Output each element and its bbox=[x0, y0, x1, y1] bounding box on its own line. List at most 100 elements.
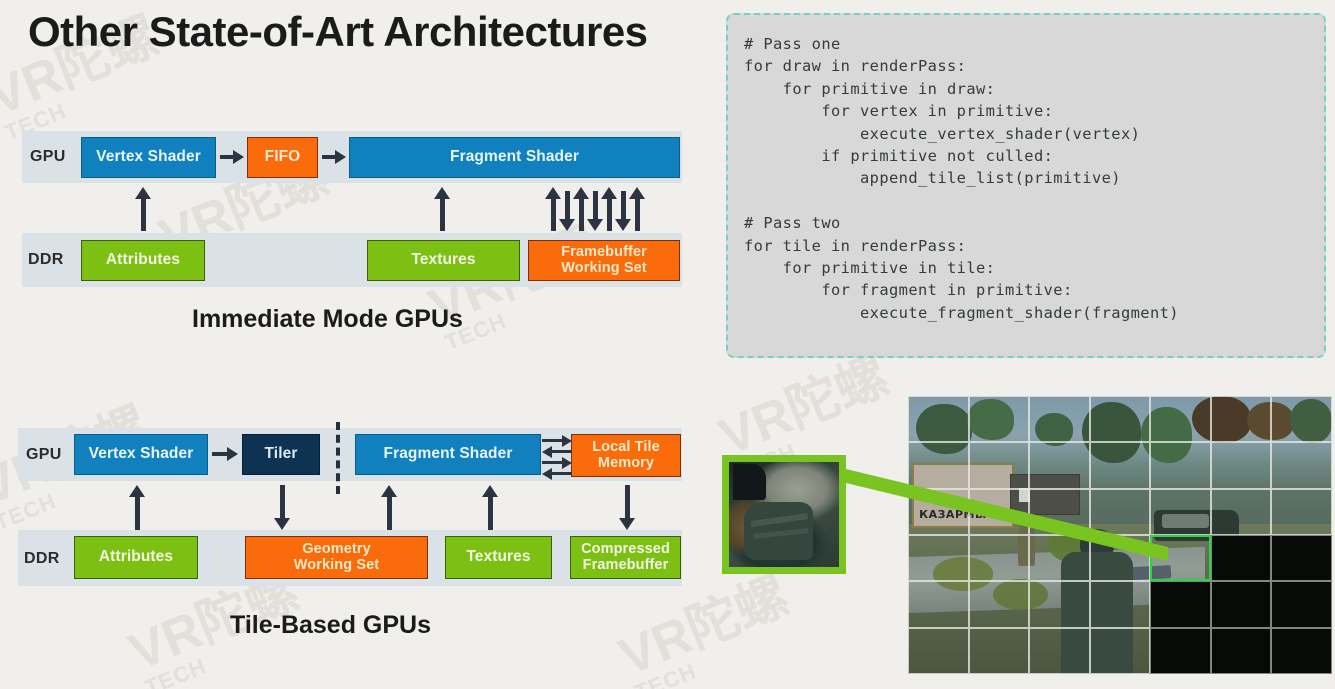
diagram-tile-based: GPU DDR Vertex Shader Tiler Fragment Sha… bbox=[18, 422, 682, 588]
diagram-immediate-mode: GPU DDR Vertex Shader FIFO Fragment Shad… bbox=[22, 131, 682, 291]
node-fragment-shader: Fragment Shader bbox=[355, 434, 541, 475]
node-line-1: Local Tile bbox=[592, 438, 660, 455]
tile-r6-c4 bbox=[1089, 627, 1151, 674]
tile-r4-c6 bbox=[1210, 534, 1272, 582]
tile-r3-c6 bbox=[1210, 488, 1272, 535]
node-attributes: Attributes bbox=[74, 536, 198, 579]
arrow-attributes-to-vertex bbox=[128, 485, 146, 530]
tile-r6-c6 bbox=[1210, 627, 1272, 674]
arrow-framebuffer-up bbox=[545, 187, 561, 231]
tile-r5-c7 bbox=[1271, 581, 1332, 628]
arrow-framebuffer-down bbox=[559, 191, 575, 231]
pipeline-divider bbox=[336, 422, 340, 494]
node-line-2: Working Set bbox=[293, 556, 380, 573]
arrow-framebuffer-down bbox=[615, 191, 631, 231]
tile-r2-c3 bbox=[1029, 442, 1090, 489]
tile-r4-c7 bbox=[1271, 534, 1332, 582]
tile-r1-c4 bbox=[1089, 396, 1151, 443]
tile-r6-c7 bbox=[1271, 627, 1332, 674]
caption-tile-based: Tile-Based GPUs bbox=[230, 611, 432, 639]
node-line-2: Framebuffer bbox=[582, 556, 669, 573]
arrow-fragment-to-tile-memory bbox=[542, 434, 572, 447]
tile-r3-c3 bbox=[1029, 488, 1090, 535]
node-local-tile-memory: Local Tile Memory bbox=[571, 434, 681, 477]
node-line-1: Compressed bbox=[581, 540, 670, 557]
tile-r6-c5 bbox=[1150, 627, 1211, 674]
node-line-2: Memory bbox=[597, 454, 655, 471]
tile-grid-overlay bbox=[908, 396, 1332, 674]
tile-r1-c6 bbox=[1210, 396, 1272, 443]
node-compressed-framebuffer: Compressed Framebuffer bbox=[570, 536, 681, 579]
arrow-tile-memory-to-fragment bbox=[542, 445, 572, 458]
tile-r5-c1 bbox=[908, 581, 969, 628]
tile-r4-c5 bbox=[1150, 534, 1211, 582]
callout-dark-shape bbox=[733, 464, 767, 500]
tile-r6-c3 bbox=[1029, 627, 1090, 674]
arrow-tile-memory-to-framebuffer bbox=[618, 485, 636, 530]
tile-callout-image bbox=[729, 462, 839, 567]
arrow-framebuffer-up bbox=[629, 187, 645, 231]
arrow-attributes-to-vertex bbox=[134, 187, 152, 231]
tile-r4-c4 bbox=[1089, 534, 1151, 582]
tile-r3-c5 bbox=[1150, 488, 1211, 535]
node-textures: Textures bbox=[445, 536, 552, 579]
node-vertex-shader: Vertex Shader bbox=[81, 137, 216, 178]
arrow-framebuffer-down bbox=[587, 191, 603, 231]
row-label-ddr: DDR bbox=[28, 251, 64, 268]
arrow-tile-memory-to-fragment bbox=[542, 467, 572, 480]
watermark-primary: VR陀螺 bbox=[711, 346, 897, 467]
node-tiler: Tiler bbox=[242, 434, 320, 475]
arrow-fragment-to-tile-memory bbox=[542, 456, 572, 469]
row-label-gpu: GPU bbox=[30, 148, 66, 165]
tile-r4-c3 bbox=[1029, 534, 1090, 582]
tile-r3-c4 bbox=[1089, 488, 1151, 535]
arrow-framebuffer-up bbox=[573, 187, 589, 231]
page-title: Other State-of-Art Architectures bbox=[28, 8, 648, 55]
arrow-textures-to-fragment bbox=[433, 187, 451, 231]
tile-r2-c7 bbox=[1271, 442, 1332, 489]
game-screenshot: КАЗАРМЫ bbox=[908, 396, 1332, 674]
node-line-1: Geometry bbox=[302, 540, 371, 557]
node-geometry-working-set: Geometry Working Set bbox=[245, 536, 428, 579]
tile-r6-c1 bbox=[908, 627, 969, 674]
tile-r1-c5 bbox=[1150, 396, 1211, 443]
row-label-ddr: DDR bbox=[24, 550, 60, 567]
tile-r5-c3 bbox=[1029, 581, 1090, 628]
tile-r3-c1 bbox=[908, 488, 969, 535]
tile-callout bbox=[722, 455, 846, 574]
node-line-2: Working Set bbox=[561, 259, 647, 276]
tile-r5-c2 bbox=[968, 581, 1030, 628]
tile-r1-c2 bbox=[968, 396, 1030, 443]
tile-r5-c4 bbox=[1089, 581, 1151, 628]
tile-r2-c1 bbox=[908, 442, 969, 489]
tile-r1-c3 bbox=[1029, 396, 1090, 443]
tile-r3-c2 bbox=[968, 488, 1030, 535]
tile-r5-c5 bbox=[1150, 581, 1211, 628]
arrow-fifo-to-fragment bbox=[322, 148, 346, 166]
arrow-geometry-to-fragment bbox=[380, 485, 398, 530]
tile-r3-c7 bbox=[1271, 488, 1332, 535]
slide-canvas: VR陀螺 TECH VR陀螺 TECH VR陀螺 TECH VR陀螺 TECH … bbox=[0, 0, 1335, 689]
caption-immediate-mode: Immediate Mode GPUs bbox=[192, 305, 463, 333]
node-vertex-shader: Vertex Shader bbox=[74, 434, 208, 475]
tile-r4-c1 bbox=[908, 534, 969, 582]
node-fifo: FIFO bbox=[247, 137, 318, 178]
arrow-vertex-to-tiler bbox=[212, 445, 238, 463]
tile-r2-c4 bbox=[1089, 442, 1151, 489]
arrow-vertex-to-fifo bbox=[220, 148, 244, 166]
tile-r6-c2 bbox=[968, 627, 1030, 674]
tile-r5-c6 bbox=[1210, 581, 1272, 628]
pseudocode-panel: # Pass one for draw in renderPass: for p… bbox=[726, 13, 1326, 358]
tile-r2-c6 bbox=[1210, 442, 1272, 489]
arrow-textures-to-fragment bbox=[481, 485, 499, 530]
tile-r2-c5 bbox=[1150, 442, 1211, 489]
arrow-framebuffer-up bbox=[601, 187, 617, 231]
pseudocode-text: # Pass one for draw in renderPass: for p… bbox=[744, 35, 1179, 322]
node-textures: Textures bbox=[367, 240, 520, 281]
node-fragment-shader: Fragment Shader bbox=[349, 137, 680, 178]
tile-r2-c2 bbox=[968, 442, 1030, 489]
tile-r4-c2 bbox=[968, 534, 1030, 582]
row-label-gpu: GPU bbox=[26, 446, 62, 463]
node-line-1: Framebuffer bbox=[561, 243, 647, 260]
tile-r1-c1 bbox=[908, 396, 969, 443]
